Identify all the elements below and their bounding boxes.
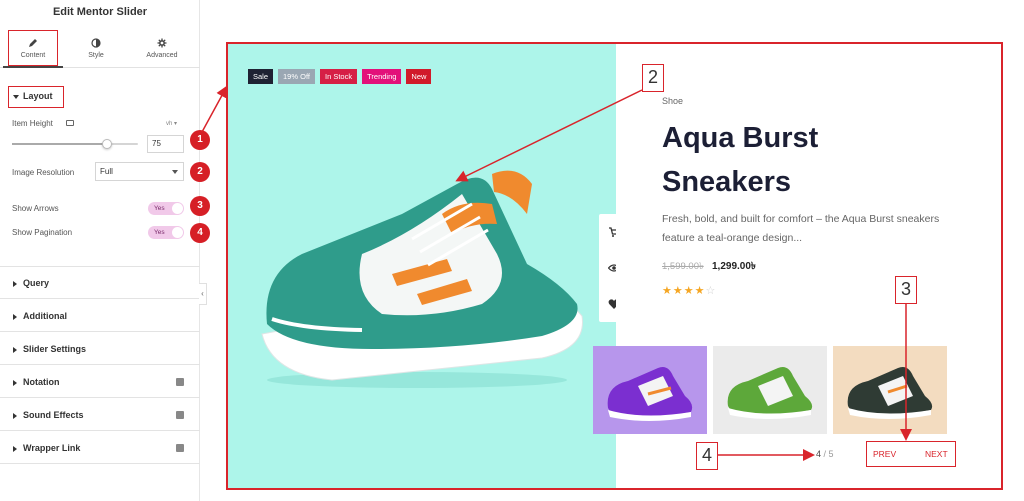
desktop-icon[interactable] — [66, 120, 74, 126]
tab-advanced[interactable]: Advanced — [132, 30, 192, 68]
slider-arrows: PREV NEXT — [866, 441, 956, 467]
tag-discount: 19% Off — [278, 69, 315, 84]
layout-label: Layout — [23, 91, 53, 101]
show-pagination-value: Yes — [154, 229, 165, 236]
editor-panel: Edit Mentor Slider Content Style Advance… — [0, 0, 210, 501]
section-additional[interactable]: Additional — [0, 300, 200, 332]
tag-trending: Trending — [362, 69, 402, 84]
product-tags: Sale 19% Off In Stock Trending New — [248, 66, 436, 84]
price-sale: 1,299.00৳ — [712, 261, 756, 272]
star-filled-icon: ★ — [694, 285, 706, 297]
caret-right-icon — [13, 313, 17, 320]
gear-icon — [157, 38, 167, 48]
pro-icon — [176, 378, 184, 386]
pagination-separator: / — [821, 449, 829, 459]
thumbnail-purple[interactable] — [593, 346, 707, 434]
marker-1: 1 — [190, 130, 210, 150]
rating-stars: ★★★★☆ — [662, 284, 716, 297]
section-slider-settings[interactable]: Slider Settings — [0, 333, 200, 365]
caret-right-icon — [13, 280, 17, 287]
callout-4: 4 — [696, 442, 718, 470]
slider-handle[interactable] — [102, 139, 112, 149]
item-height-unit[interactable]: vh ▾ — [166, 120, 177, 127]
pro-icon — [176, 411, 184, 419]
half-circle-icon — [91, 38, 101, 48]
image-resolution-select[interactable]: Full — [95, 162, 184, 181]
caret-right-icon — [13, 379, 17, 386]
show-arrows-toggle[interactable]: Yes — [148, 202, 184, 215]
tab-style[interactable]: Style — [66, 30, 126, 68]
section-label: Query — [23, 278, 50, 288]
show-pagination-toggle[interactable]: Yes — [148, 226, 184, 239]
chevron-down-icon — [172, 170, 178, 174]
product-description: Fresh, bold, and built for comfort – the… — [662, 213, 940, 244]
product-category[interactable]: Shoe — [662, 96, 683, 106]
star-filled-icon: ★ — [662, 285, 673, 297]
section-label: Wrapper Link — [23, 443, 81, 453]
caret-right-icon — [13, 346, 17, 353]
callout-3: 3 — [895, 276, 917, 304]
tag-sale: Sale — [248, 69, 274, 84]
section-notation[interactable]: Notation — [0, 366, 200, 398]
star-filled-icon: ★ — [672, 285, 684, 297]
hero-image-area: Sale 19% Off In Stock Trending New — [228, 44, 629, 488]
slider-pagination: 4 / 5 — [816, 449, 834, 459]
section-sound-effects[interactable]: Sound Effects — [0, 399, 200, 431]
tag-new: New — [406, 69, 432, 84]
show-pagination-label: Show Pagination — [12, 228, 73, 237]
thumbnail-green[interactable] — [713, 346, 827, 434]
item-height-slider[interactable] — [12, 139, 138, 149]
tab-style-label: Style — [88, 52, 104, 59]
marker-4: 4 — [190, 223, 210, 243]
marker-2: 2 — [190, 162, 210, 182]
sneaker-image — [261, 170, 583, 388]
content-tab-highlight — [8, 30, 58, 66]
item-height-label: Item Height — [12, 119, 53, 128]
sneaker-thumbnail-image — [607, 367, 693, 421]
marker-3: 3 — [190, 196, 210, 216]
layout-section-header[interactable]: Layout — [8, 86, 64, 108]
image-resolution-label: Image Resolution — [12, 168, 75, 177]
sneaker-thumbnail-image — [847, 367, 933, 419]
tag-in-stock: In Stock — [319, 69, 358, 84]
star-empty-icon: ☆ — [705, 285, 717, 297]
item-height-input[interactable]: 75 — [147, 135, 184, 153]
slider-preview: Sale 19% Off In Stock Trending New Shoe … — [226, 42, 1003, 490]
callout-2: 2 — [642, 64, 664, 92]
section-label: Sound Effects — [23, 410, 84, 420]
panel-title: Edit Mentor Slider — [52, 6, 148, 18]
prev-button[interactable]: PREV — [873, 449, 896, 459]
product-title[interactable]: Aqua Burst Sneakers — [662, 116, 892, 204]
panel-collapse-handle[interactable]: ‹ — [199, 283, 207, 305]
caret-right-icon — [13, 412, 17, 419]
section-label: Additional — [23, 311, 67, 321]
section-wrapper-link[interactable]: Wrapper Link — [0, 432, 200, 464]
section-query[interactable]: Query — [0, 267, 200, 299]
thumbnail-black[interactable] — [833, 346, 947, 434]
section-label: Slider Settings — [23, 344, 87, 354]
caret-down-icon — [13, 94, 19, 99]
show-arrows-label: Show Arrows — [12, 204, 59, 213]
star-filled-icon: ★ — [683, 285, 695, 297]
pro-icon — [176, 444, 184, 452]
image-resolution-value: Full — [100, 167, 113, 176]
price-regular: 1,599.00৳ — [662, 261, 704, 272]
toggle-knob — [172, 227, 183, 238]
sneaker-thumbnail-image — [727, 367, 813, 419]
toggle-knob — [172, 203, 183, 214]
slider-fill — [12, 143, 107, 145]
section-label: Notation — [23, 377, 60, 387]
tab-advanced-label: Advanced — [146, 52, 178, 59]
pagination-total: 5 — [828, 449, 834, 459]
show-arrows-value: Yes — [154, 205, 165, 212]
caret-right-icon — [13, 445, 17, 452]
next-button[interactable]: NEXT — [925, 449, 948, 459]
